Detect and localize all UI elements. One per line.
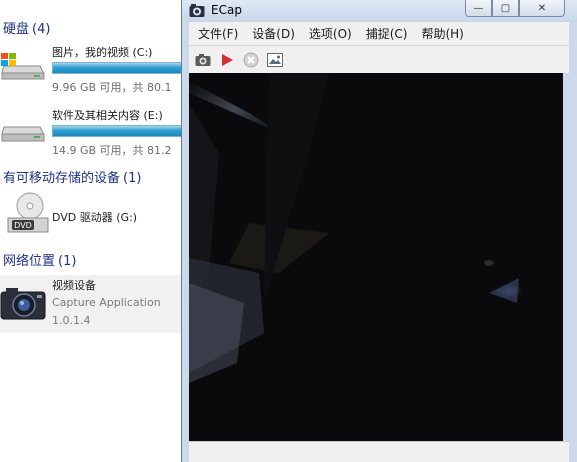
section-count: (4) <box>32 22 51 37</box>
section-hard-disks[interactable]: 硬盘 (4) <box>3 18 50 37</box>
drive-usage-bar <box>52 125 190 137</box>
drive-e[interactable]: 软件及其相关内容 (E:) 14.9 GB 可用，共 81.2 <box>0 107 190 161</box>
drive-free-space: 14.9 GB 可用，共 81.2 <box>52 144 172 157</box>
menu-bar: 文件(F) 设备(D) 选项(O) 捕捉(C) 帮助(H) <box>189 22 569 45</box>
menu-help[interactable]: 帮助(H) <box>416 23 468 44</box>
stop-button[interactable] <box>241 50 261 70</box>
menu-options[interactable]: 选项(O) <box>304 23 357 44</box>
section-removable[interactable]: 有可移动存储的设备 (1) <box>3 167 141 186</box>
image-icon <box>267 52 283 67</box>
menu-capture[interactable]: 捕捉(C) <box>361 23 413 44</box>
status-bar <box>189 441 569 462</box>
stop-icon <box>243 52 259 67</box>
hard-drive-icon <box>1 126 45 142</box>
video-frame <box>189 73 563 441</box>
maximize-button[interactable]: ▢ <box>492 0 519 17</box>
hard-drive-windows-icon <box>1 53 45 80</box>
minimize-button[interactable]: — <box>465 0 492 17</box>
snapshot-button[interactable] <box>193 50 213 70</box>
title-bar[interactable]: ECap — ▢ ✕ <box>182 0 577 22</box>
app-camera-icon <box>189 4 205 17</box>
device-description: Capture Application <box>52 296 161 309</box>
menu-file[interactable]: 文件(F) <box>193 23 243 44</box>
drive-free-space: 9.96 GB 可用，共 80.1 <box>52 81 172 94</box>
section-count: (1) <box>58 254 77 269</box>
ecap-window: ECap — ▢ ✕ 文件(F) 设备(D) 选项(O) 捕捉(C) 帮助(H) <box>181 0 577 462</box>
drive-label: DVD 驱动器 (G:) <box>52 211 138 224</box>
section-title: 网络位置 <box>3 254 56 269</box>
play-icon <box>222 53 233 66</box>
close-icon: ✕ <box>537 2 547 14</box>
maximize-icon: ▢ <box>500 2 511 14</box>
section-title: 硬盘 <box>3 22 30 37</box>
device-name: 视频设备 <box>52 279 96 292</box>
minimize-icon: — <box>473 2 484 14</box>
section-network[interactable]: 网络位置 (1) <box>3 250 76 269</box>
device-version: 1.0.1.4 <box>52 314 91 327</box>
toolbar <box>189 45 569 73</box>
video-preview <box>189 73 563 441</box>
dvd-icon-text: DVD <box>14 221 32 230</box>
menu-device[interactable]: 设备(D) <box>247 23 300 44</box>
dvd-drive-icon: DVD <box>7 192 49 233</box>
explorer-pane: 硬盘 (4) 图片，我的视频 (C:) 9.96 GB 可用，共 80.1 软件及… <box>0 0 190 462</box>
window-title: ECap <box>211 3 242 17</box>
video-device-item[interactable]: 视频设备 Capture Application 1.0.1.4 <box>0 275 190 333</box>
play-button[interactable] <box>217 50 237 70</box>
drive-usage-bar <box>52 62 190 74</box>
section-title: 有可移动存储的设备 <box>3 171 121 186</box>
drive-label: 软件及其相关内容 (E:) <box>52 109 163 122</box>
camera-icon <box>195 53 211 66</box>
drive-c[interactable]: 图片，我的视频 (C:) 9.96 GB 可用，共 80.1 <box>0 44 190 98</box>
drive-label: 图片，我的视频 (C:) <box>52 46 153 59</box>
close-button[interactable]: ✕ <box>519 0 565 17</box>
camera-device-icon <box>0 288 46 320</box>
image-button[interactable] <box>265 50 285 70</box>
section-count: (1) <box>123 171 142 186</box>
dvd-drive[interactable]: DVD DVD 驱动器 (G:) <box>0 192 190 242</box>
